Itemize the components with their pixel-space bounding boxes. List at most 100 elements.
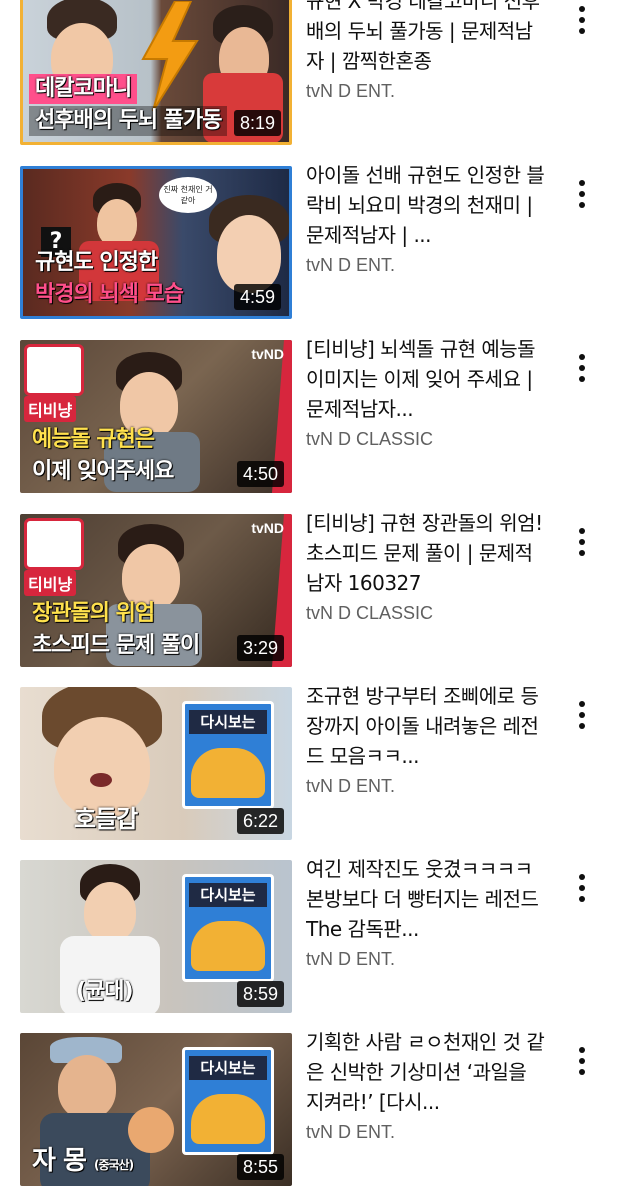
thumb-caption-top: 예능돌 규현은 xyxy=(32,427,155,452)
dot-icon xyxy=(579,354,585,360)
video-item[interactable]: 데칼코마니 선후배의 두뇌 풀가동 8:19 규현 X 박경 데칼코마니 선후배… xyxy=(0,0,636,148)
video-title[interactable]: [티비냥] 뇌섹돌 규현 예능돌 이미지는 이제 잊어 주세요 | 문제적남자.… xyxy=(306,334,550,424)
dot-icon xyxy=(579,874,585,880)
channel-name[interactable]: tvN D CLASSIC xyxy=(306,428,550,450)
dot-icon xyxy=(579,180,585,186)
tvnyang-badge: 티비냥 xyxy=(24,396,77,422)
channel-name[interactable]: tvN D ENT. xyxy=(306,254,550,276)
thumb-caption-bottom: 선후배의 두뇌 풀가동 xyxy=(29,106,228,136)
show-logo-icon xyxy=(191,1094,265,1144)
video-duration: 4:59 xyxy=(233,284,281,310)
promo-badge-text: 다시보는 xyxy=(189,710,267,734)
dot-icon xyxy=(579,712,585,718)
channel-name[interactable]: tvN D ENT. xyxy=(306,948,550,970)
dot-icon xyxy=(579,376,585,382)
video-meta: 조규현 방구부터 조삐에로 등장까지 아이돌 내려놓은 레전드 모음ㅋㅋ... … xyxy=(306,681,550,797)
video-meta: 아이돌 선배 규현도 인정한 블락비 뇌요미 박경의 천재미 | 문제적남자 |… xyxy=(306,160,550,276)
thumb-caption-small: (중국산) xyxy=(93,1158,134,1172)
more-options-button[interactable] xyxy=(568,2,596,38)
dot-icon xyxy=(579,528,585,534)
show-logo-icon xyxy=(191,748,265,798)
thumb-caption-top: 데칼코마니 xyxy=(29,74,138,104)
dot-icon xyxy=(579,191,585,197)
promo-badge: 다시보는 xyxy=(182,874,274,982)
dot-icon xyxy=(579,550,585,556)
thumb-caption-bottom: 호들갑 xyxy=(74,805,138,833)
video-item[interactable]: 진짜 천재인 거 같아 ? 규현도 인정한 박경의 뇌섹 모습 4:59 아이돌… xyxy=(0,163,636,322)
lightning-bolt-icon xyxy=(141,1,199,111)
video-thumbnail[interactable]: 다시보는 (균대) 8:59 xyxy=(20,860,292,1013)
video-title[interactable]: [티비냥] 규현 장관돌의 위엄! 초스피드 문제 풀이 | 문제적남자 160… xyxy=(306,508,550,598)
cat-logo-icon xyxy=(24,518,84,570)
dot-icon xyxy=(579,896,585,902)
dot-icon xyxy=(579,1058,585,1064)
dot-icon xyxy=(579,365,585,371)
video-title[interactable]: 여긴 제작진도 웃겼ㅋㅋㅋㅋ본방보다 더 빵터지는 레전드 The 감독판... xyxy=(306,854,550,944)
promo-badge-text: 다시보는 xyxy=(189,883,267,907)
video-duration: 6:22 xyxy=(236,808,284,834)
video-thumbnail[interactable]: 진짜 천재인 거 같아 ? 규현도 인정한 박경의 뇌섹 모습 4:59 xyxy=(20,166,292,319)
dot-icon xyxy=(579,1069,585,1075)
video-duration: 3:29 xyxy=(236,635,284,661)
dot-icon xyxy=(579,28,585,34)
channel-name[interactable]: tvN D ENT. xyxy=(306,80,550,102)
video-meta: 규현 X 박경 데칼코마니 선후배의 두뇌 풀가동 | 문제적남자 | 깜찍한혼… xyxy=(306,0,550,102)
promo-badge: 다시보는 xyxy=(182,1047,274,1155)
thumb-caption-bottom: 이제 잊어주세요 xyxy=(32,459,174,484)
thumb-caption-top: 규현도 인정한 xyxy=(35,250,158,275)
dot-icon xyxy=(579,17,585,23)
video-thumbnail[interactable]: 티비냥 tvND 예능돌 규현은 이제 잊어주세요 4:50 xyxy=(20,340,292,493)
video-item[interactable]: 다시보는 자 몽 (중국산) 8:55 기획한 사람 ㄹㅇ천재인 것 같은 신박… xyxy=(0,1030,636,1189)
thumb-caption-bottom: 박경의 뇌섹 모습 xyxy=(35,282,184,307)
more-options-button[interactable] xyxy=(568,697,596,733)
dot-icon xyxy=(579,701,585,707)
thumb-caption-bottom: 자 몽 (중국산) xyxy=(26,1146,139,1180)
more-options-button[interactable] xyxy=(568,524,596,560)
more-options-button[interactable] xyxy=(568,350,596,386)
video-item[interactable]: 다시보는 호들갑 6:22 조규현 방구부터 조삐에로 등장까지 아이돌 내려놓… xyxy=(0,684,636,843)
video-meta: 여긴 제작진도 웃겼ㅋㅋㅋㅋ본방보다 더 빵터지는 레전드 The 감독판...… xyxy=(306,854,550,970)
video-title[interactable]: 규현 X 박경 데칼코마니 선후배의 두뇌 풀가동 | 문제적남자 | 깜찍한혼… xyxy=(306,0,550,76)
channel-name[interactable]: tvN D ENT. xyxy=(306,1121,550,1143)
video-duration: 8:55 xyxy=(236,1154,284,1180)
thumb-caption-bottom: 초스피드 문제 풀이 xyxy=(32,633,200,658)
video-meta: 기획한 사람 ㄹㅇ천재인 것 같은 신박한 기상미션 ‘과일을 지켜라!’ [다… xyxy=(306,1027,550,1143)
video-thumbnail[interactable]: 다시보는 호들갑 6:22 xyxy=(20,687,292,840)
speech-bubble: 진짜 천재인 거 같아 xyxy=(159,177,217,213)
video-thumbnail[interactable]: 데칼코마니 선후배의 두뇌 풀가동 8:19 xyxy=(20,0,292,145)
video-meta: [티비냥] 규현 장관돌의 위엄! 초스피드 문제 풀이 | 문제적남자 160… xyxy=(306,508,550,624)
channel-name[interactable]: tvN D CLASSIC xyxy=(306,602,550,624)
channel-name[interactable]: tvN D ENT. xyxy=(306,775,550,797)
speech-bubble-text: 진짜 천재인 거 같아 xyxy=(163,185,213,205)
more-options-button[interactable] xyxy=(568,1043,596,1079)
thumb-caption-top: 장관돌의 위엄 xyxy=(32,601,155,626)
video-item[interactable]: 다시보는 (균대) 8:59 여긴 제작진도 웃겼ㅋㅋㅋㅋ본방보다 더 빵터지는… xyxy=(0,857,636,1016)
dot-icon xyxy=(579,885,585,891)
video-title[interactable]: 기획한 사람 ㄹㅇ천재인 것 같은 신박한 기상미션 ‘과일을 지켜라!’ [다… xyxy=(306,1027,550,1117)
dot-icon xyxy=(579,6,585,12)
thumb-caption-text: 선후배의 두뇌 풀가동 xyxy=(35,108,222,133)
promo-badge-text: 다시보는 xyxy=(189,1056,267,1080)
video-duration: 8:19 xyxy=(233,110,281,136)
promo-badge: 다시보는 xyxy=(182,701,274,809)
video-item[interactable]: 티비냥 tvND 예능돌 규현은 이제 잊어주세요 4:50 [티비냥] 뇌섹돌… xyxy=(0,337,636,496)
dot-icon xyxy=(579,539,585,545)
channel-logo: tvND xyxy=(251,346,284,362)
show-logo-icon xyxy=(191,921,265,971)
more-options-button[interactable] xyxy=(568,176,596,212)
video-meta: [티비냥] 뇌섹돌 규현 예능돌 이미지는 이제 잊어 주세요 | 문제적남자.… xyxy=(306,334,550,450)
dot-icon xyxy=(579,723,585,729)
cat-logo-icon xyxy=(24,344,84,396)
more-options-button[interactable] xyxy=(568,870,596,906)
video-title[interactable]: 아이돌 선배 규현도 인정한 블락비 뇌요미 박경의 천재미 | 문제적남자 |… xyxy=(306,160,550,250)
video-thumbnail[interactable]: 다시보는 자 몽 (중국산) 8:55 xyxy=(20,1033,292,1186)
dot-icon xyxy=(579,202,585,208)
thumb-caption-text: 자 몽 xyxy=(32,1146,87,1176)
video-item[interactable]: 티비냥 tvND 장관돌의 위엄 초스피드 문제 풀이 3:29 [티비냥] 규… xyxy=(0,511,636,670)
thumb-caption-bottom: (균대) xyxy=(76,979,134,1004)
video-thumbnail[interactable]: 티비냥 tvND 장관돌의 위엄 초스피드 문제 풀이 3:29 xyxy=(20,514,292,667)
tvnyang-badge: 티비냥 xyxy=(24,570,77,596)
video-duration: 8:59 xyxy=(236,981,284,1007)
video-duration: 4:50 xyxy=(236,461,284,487)
video-title[interactable]: 조규현 방구부터 조삐에로 등장까지 아이돌 내려놓은 레전드 모음ㅋㅋ... xyxy=(306,681,550,771)
